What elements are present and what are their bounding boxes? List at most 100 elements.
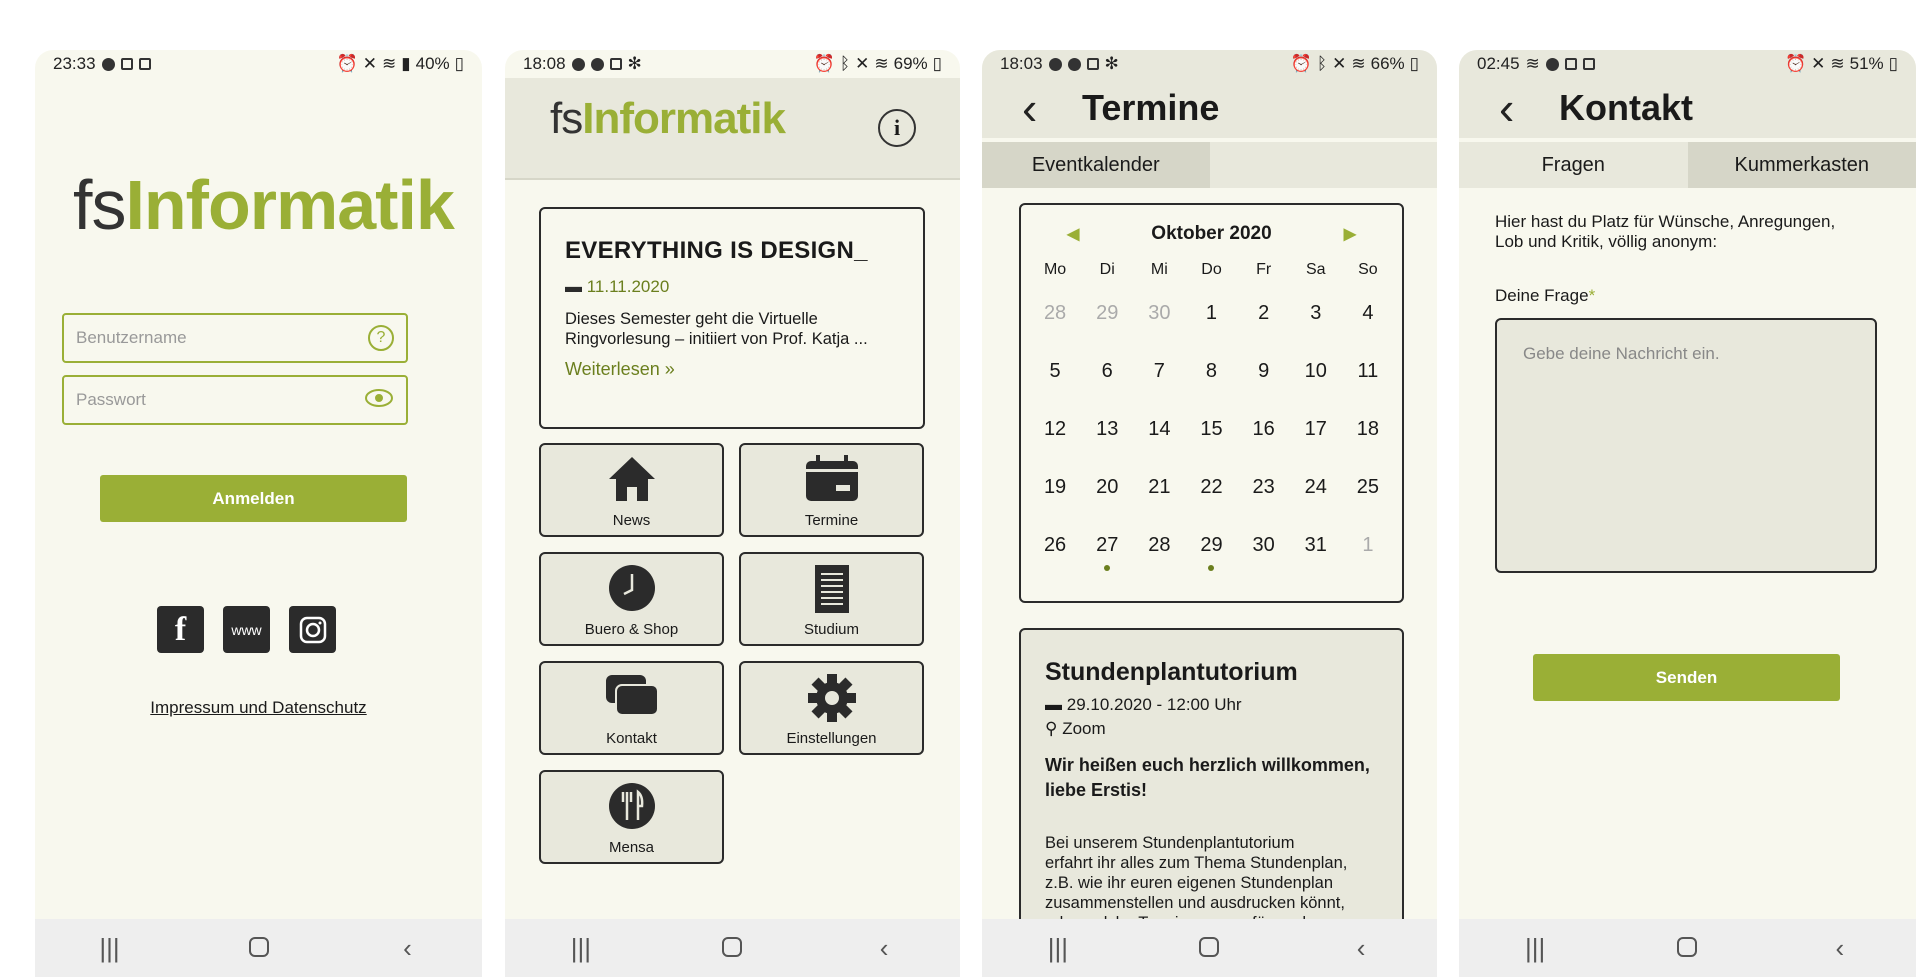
calendar-day[interactable]: 15 bbox=[1185, 409, 1237, 467]
tab-fragen[interactable]: Fragen bbox=[1459, 142, 1688, 188]
tab-kummerkasten[interactable]: Kummerkasten bbox=[1687, 142, 1916, 188]
calendar-day[interactable]: 26 bbox=[1029, 525, 1081, 583]
calendar-day[interactable]: 9 bbox=[1238, 351, 1290, 409]
calendar-day[interactable]: 22 bbox=[1185, 467, 1237, 525]
login-button[interactable]: Anmelden bbox=[100, 475, 407, 522]
calendar-day[interactable]: 18 bbox=[1342, 409, 1394, 467]
calendar-day[interactable]: 4 bbox=[1342, 293, 1394, 351]
bluetooth-icon: ᛒ bbox=[839, 54, 851, 73]
calendar-day[interactable]: 17 bbox=[1290, 409, 1342, 467]
instagram-icon[interactable] bbox=[289, 606, 336, 653]
fan-icon: ✻ bbox=[627, 54, 642, 73]
news-card[interactable]: EVERYTHING IS DESIGN_ ▬ 11.11.2020 Diese… bbox=[539, 207, 925, 429]
tile-news[interactable]: News bbox=[539, 443, 724, 537]
calendar-day[interactable]: 31 bbox=[1290, 525, 1342, 583]
battery-level: 69% bbox=[893, 54, 928, 73]
help-icon[interactable]: ? bbox=[368, 325, 394, 351]
home-button[interactable] bbox=[1657, 933, 1717, 964]
calendar-day[interactable]: 28 bbox=[1029, 293, 1081, 351]
back-button[interactable]: ‹ bbox=[378, 933, 438, 964]
calendar-day[interactable]: 16 bbox=[1238, 409, 1290, 467]
back-button[interactable]: ‹ bbox=[854, 933, 914, 964]
calendar-day[interactable]: 10 bbox=[1290, 351, 1342, 409]
status-time: 23:33 bbox=[53, 54, 96, 73]
home-button[interactable] bbox=[702, 933, 762, 964]
calendar-day[interactable]: 13 bbox=[1081, 409, 1133, 467]
calendar-day[interactable]: 5 bbox=[1029, 351, 1081, 409]
tile-einstellungen[interactable]: Einstellungen bbox=[739, 661, 924, 755]
tab-empty[interactable] bbox=[1210, 142, 1438, 188]
calendar-day[interactable]: 1 bbox=[1342, 525, 1394, 583]
home-button[interactable] bbox=[229, 933, 289, 964]
notification-icon bbox=[1564, 58, 1577, 70]
status-time: 18:03 bbox=[1000, 54, 1043, 73]
calendar-day[interactable]: 27 bbox=[1081, 525, 1133, 583]
recent-apps-button[interactable]: ||| bbox=[1505, 933, 1565, 964]
calendar-day[interactable]: 6 bbox=[1081, 351, 1133, 409]
calendar-day[interactable]: 2 bbox=[1238, 293, 1290, 351]
tile-mensa[interactable]: Mensa bbox=[539, 770, 724, 864]
tile-kontakt[interactable]: Kontakt bbox=[539, 661, 724, 755]
location-pin-icon: ⚲ bbox=[1045, 719, 1058, 738]
wifi-icon: ≋ bbox=[382, 54, 397, 73]
tile-buero-shop[interactable]: Buero & Shop bbox=[539, 552, 724, 646]
home-screen: 18:08 ✻ ⏰ ᛒ ✕ ≋ 69% ▯ fsInformatik i EVE… bbox=[505, 50, 960, 977]
calendar-day[interactable]: 11 bbox=[1342, 351, 1394, 409]
tab-eventkalender[interactable]: Eventkalender bbox=[982, 142, 1210, 188]
tile-termine[interactable]: Termine bbox=[739, 443, 924, 537]
username-placeholder: Benutzername bbox=[76, 328, 187, 347]
tile-label: Mensa bbox=[608, 839, 655, 856]
chevron-left-icon[interactable]: ‹ bbox=[1022, 85, 1082, 131]
alarm-icon: ⏰ bbox=[1784, 54, 1807, 73]
website-icon[interactable]: www bbox=[223, 606, 270, 653]
info-icon[interactable]: i bbox=[878, 109, 916, 147]
calendar-day[interactable]: 19 bbox=[1029, 467, 1081, 525]
prev-month-icon[interactable]: ◀ bbox=[1067, 224, 1079, 244]
spotify-icon bbox=[571, 57, 585, 71]
calendar-day[interactable]: 1 bbox=[1185, 293, 1237, 351]
password-field[interactable]: Passwort bbox=[62, 375, 408, 425]
calendar-day[interactable]: 25 bbox=[1342, 467, 1394, 525]
fsinformatik-logo: fsInformatik bbox=[550, 94, 786, 143]
send-button[interactable]: Senden bbox=[1533, 654, 1840, 701]
event-marker bbox=[1208, 565, 1215, 571]
back-button[interactable]: ‹ bbox=[1810, 933, 1870, 964]
status-bar: 18:08 ✻ ⏰ ᛒ ✕ ≋ 69% ▯ bbox=[505, 50, 960, 78]
signal-icon: ▮ bbox=[401, 54, 411, 73]
impressum-link[interactable]: Impressum und Datenschutz bbox=[35, 698, 482, 718]
calendar-day[interactable]: 30 bbox=[1133, 293, 1185, 351]
tile-studium[interactable]: Studium bbox=[739, 552, 924, 646]
calendar-day[interactable]: 14 bbox=[1133, 409, 1185, 467]
next-month-icon[interactable]: ▶ bbox=[1344, 224, 1356, 244]
facebook-icon[interactable]: f bbox=[157, 606, 204, 653]
calendar-day[interactable]: 20 bbox=[1081, 467, 1133, 525]
calendar-day[interactable]: 24 bbox=[1290, 467, 1342, 525]
recent-apps-button[interactable]: ||| bbox=[551, 933, 611, 964]
calendar-icon: ▬ bbox=[565, 277, 582, 296]
event-card[interactable]: Stundenplantutorium ▬ 29.10.2020 - 12:00… bbox=[1019, 628, 1404, 948]
calendar-day[interactable]: 21 bbox=[1133, 467, 1185, 525]
social-links: f www bbox=[157, 606, 336, 653]
chevron-double-right-icon: » bbox=[664, 359, 675, 379]
home-button[interactable] bbox=[1179, 933, 1239, 964]
username-field[interactable]: Benutzername ? bbox=[62, 313, 408, 363]
calendar-day[interactable]: 7 bbox=[1133, 351, 1185, 409]
back-button[interactable]: ‹ bbox=[1331, 933, 1391, 964]
read-more-link[interactable]: Weiterlesen » bbox=[565, 359, 899, 380]
recent-apps-button[interactable]: ||| bbox=[1028, 933, 1088, 964]
calendar-day[interactable]: 8 bbox=[1185, 351, 1237, 409]
calendar-day[interactable]: 3 bbox=[1290, 293, 1342, 351]
calendar-day[interactable]: 29 bbox=[1081, 293, 1133, 351]
weekday-header: Sa bbox=[1305, 261, 1326, 278]
clock-icon bbox=[541, 564, 722, 623]
message-textarea[interactable]: Gebe deine Nachricht ein. bbox=[1495, 318, 1877, 573]
calendar-day[interactable]: 12 bbox=[1029, 409, 1081, 467]
calendar-day[interactable]: 30 bbox=[1238, 525, 1290, 583]
calendar-day[interactable]: 23 bbox=[1238, 467, 1290, 525]
eye-icon[interactable] bbox=[364, 388, 394, 413]
chevron-left-icon[interactable]: ‹ bbox=[1499, 85, 1559, 131]
calendar-day[interactable]: 29 bbox=[1185, 525, 1237, 583]
calendar-day[interactable]: 28 bbox=[1133, 525, 1185, 583]
battery-icon: ▯ bbox=[1888, 54, 1898, 73]
recent-apps-button[interactable]: ||| bbox=[80, 933, 140, 964]
